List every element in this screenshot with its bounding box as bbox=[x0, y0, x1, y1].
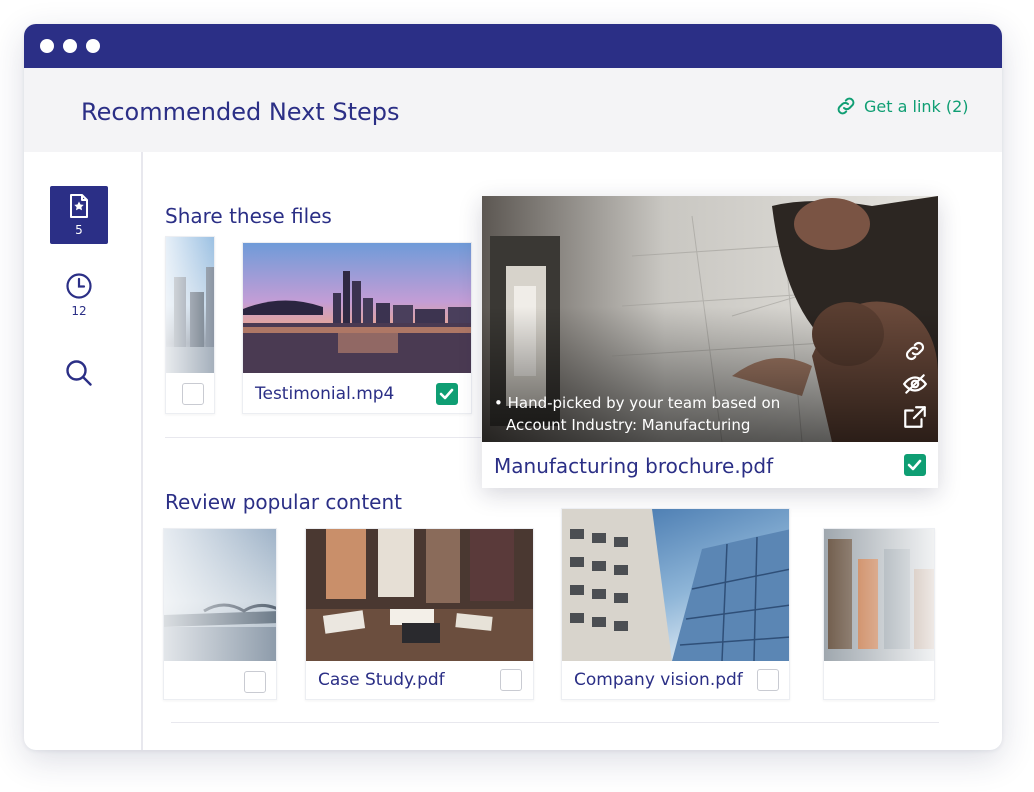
sidebar-item-recent[interactable]: 12 bbox=[50, 266, 108, 324]
file-checkbox[interactable] bbox=[500, 669, 522, 691]
share-section-title: Share these files bbox=[165, 204, 332, 228]
file-card-faded-left[interactable] bbox=[163, 528, 277, 700]
section-divider bbox=[171, 722, 939, 723]
file-thumbnail bbox=[164, 529, 276, 661]
file-name: Case Study.pdf bbox=[318, 670, 445, 690]
file-thumbnail bbox=[166, 237, 214, 373]
file-thumbnail bbox=[306, 529, 533, 661]
sidebar-item-search[interactable] bbox=[50, 344, 108, 402]
external-link-icon[interactable] bbox=[902, 404, 928, 430]
file-card-testimonial[interactable]: Testimonial.mp4 bbox=[242, 242, 472, 414]
page-header: Recommended Next Steps Get a link (2) bbox=[24, 68, 1002, 152]
link-icon[interactable] bbox=[902, 338, 928, 364]
search-icon bbox=[66, 360, 92, 386]
window-dot-1[interactable] bbox=[40, 39, 54, 53]
section-divider bbox=[165, 437, 481, 438]
file-checkbox-checked[interactable] bbox=[436, 383, 458, 405]
recommended-count: 5 bbox=[75, 223, 83, 237]
window-dot-3[interactable] bbox=[86, 39, 100, 53]
file-thumbnail bbox=[243, 243, 471, 373]
hide-icon[interactable] bbox=[902, 371, 928, 397]
recent-count: 12 bbox=[71, 304, 87, 318]
popup-checkbox-checked[interactable] bbox=[904, 454, 926, 476]
starred-file-icon bbox=[70, 194, 88, 218]
file-checkbox[interactable] bbox=[757, 669, 779, 691]
sidebar-item-recommended[interactable]: 5 bbox=[50, 186, 108, 244]
popup-caption: • Hand-picked by your team based on Acco… bbox=[494, 392, 780, 436]
app-window: Recommended Next Steps Get a link (2) 5 … bbox=[24, 24, 1002, 750]
review-section-title: Review popular content bbox=[165, 490, 402, 514]
check-icon bbox=[907, 459, 922, 471]
file-checkbox[interactable] bbox=[244, 671, 266, 693]
get-link-button[interactable]: Get a link (2) bbox=[834, 94, 969, 118]
link-icon bbox=[837, 97, 855, 115]
file-name: Company vision.pdf bbox=[574, 670, 743, 690]
file-card-faded-right[interactable] bbox=[823, 528, 935, 700]
popup-file-name: Manufacturing brochure.pdf bbox=[494, 454, 774, 478]
file-thumbnail bbox=[824, 529, 934, 661]
file-card-company-vision[interactable]: Company vision.pdf bbox=[561, 508, 790, 700]
file-checkbox[interactable] bbox=[182, 383, 204, 405]
popup-caption-line-1: • Hand-picked by your team based on bbox=[494, 394, 781, 412]
popup-caption-line-2: Account Industry: Manufacturing bbox=[506, 416, 751, 434]
clock-icon bbox=[66, 273, 92, 299]
page-title: Recommended Next Steps bbox=[81, 98, 400, 126]
file-card-case-study[interactable]: Case Study.pdf bbox=[305, 528, 534, 700]
sidebar-divider bbox=[141, 152, 143, 750]
get-link-label: Get a link (2) bbox=[864, 96, 969, 116]
file-card-faded-left[interactable] bbox=[165, 236, 215, 414]
file-preview-popup[interactable]: • Hand-picked by your team based on Acco… bbox=[482, 196, 938, 488]
file-name: Testimonial.mp4 bbox=[255, 384, 395, 404]
title-bar bbox=[24, 24, 1002, 68]
window-dot-2[interactable] bbox=[63, 39, 77, 53]
check-icon bbox=[439, 388, 454, 400]
file-thumbnail bbox=[562, 509, 789, 661]
